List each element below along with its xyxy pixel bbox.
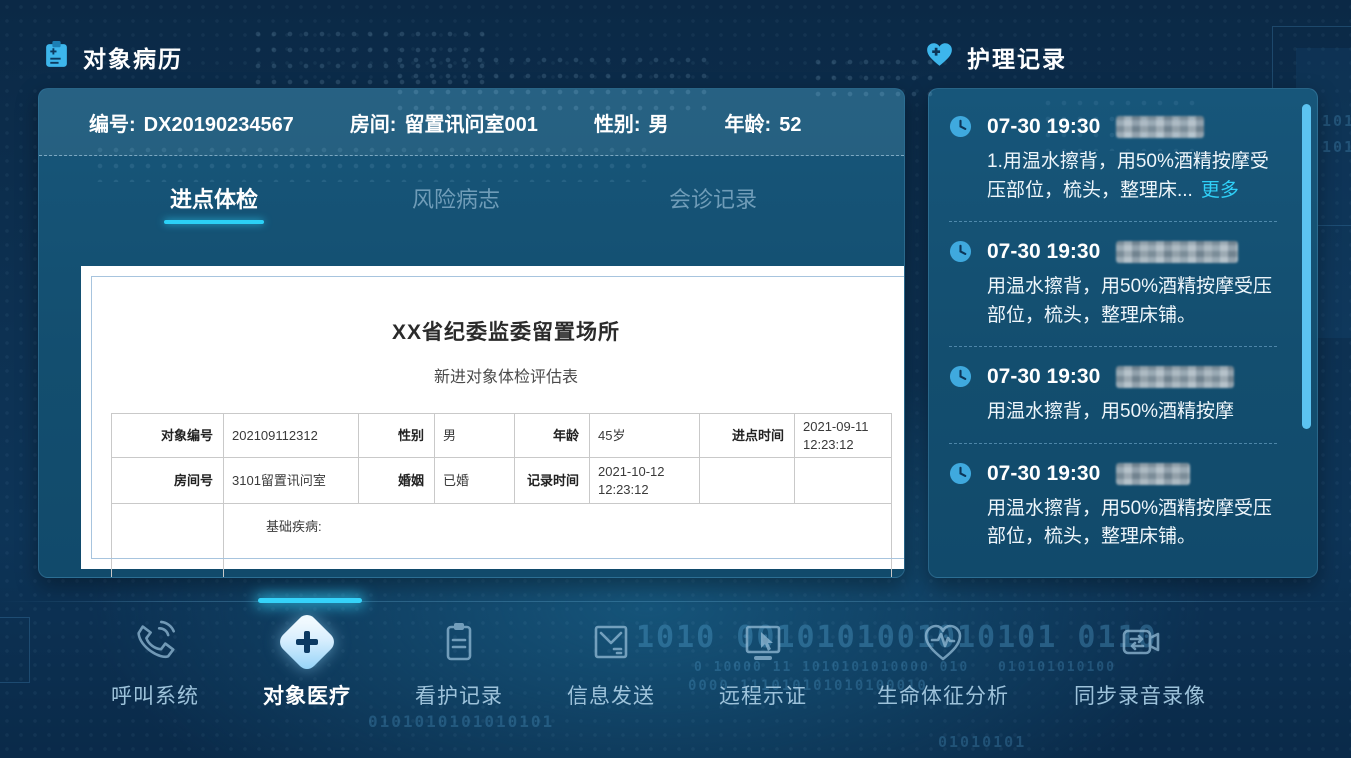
nursing-entry: 07-30 19:30 1.用温水擦背，用50%酒精按摩受压部位，梳头，整理床..…	[949, 115, 1277, 205]
table-label-cell: 进点时间	[700, 414, 795, 458]
active-tab-underline	[164, 220, 264, 224]
table-value-cell: 2021-09-11 12:23:12	[795, 414, 892, 458]
medical-record-section-title: 对象病历	[44, 40, 183, 74]
heart-plus-icon	[926, 42, 953, 72]
table-label-cell: 性别	[359, 414, 435, 458]
tab-会诊记录[interactable]: 会诊记录	[663, 182, 763, 214]
document-subtitle: 新进对象体检评估表	[81, 363, 905, 387]
more-link[interactable]: 更多	[1201, 180, 1239, 201]
subject-info-item: 性别:男	[594, 108, 669, 137]
clock-icon	[949, 462, 972, 485]
table-value-cell	[112, 504, 224, 578]
tab-进点体检[interactable]: 进点体检	[164, 182, 264, 214]
nav-item-同步录音录像[interactable]: 同步录音录像	[1035, 614, 1245, 710]
panel-title: 护理记录	[967, 40, 1067, 74]
clipboard-medical-icon	[44, 40, 69, 74]
remote-display-icon	[658, 614, 868, 670]
binary-digits-deco: 101	[1322, 112, 1351, 130]
nursing-entry: 07-30 19:30 用温水擦背，用50%酒精按摩受压部位，梳头，整理床铺。	[949, 240, 1277, 330]
entry-timestamp: 07-30 19:30	[987, 365, 1100, 389]
subject-info-bar: 编号:DX20190234567 房间:留置讯问室001 性别:男 年龄:52	[39, 89, 904, 156]
nav-item-远程示证[interactable]: 远程示证	[658, 614, 868, 710]
subject-info-item: 编号:DX20190234567	[89, 108, 294, 137]
medical-diamond-icon	[276, 611, 338, 673]
entry-divider	[949, 443, 1277, 444]
nav-divider-line	[0, 601, 1351, 602]
nav-item-label: 生命体征分析	[838, 680, 1048, 710]
table-row: 对象编号202109112312性别男年龄45岁进点时间2021-09-11 1…	[112, 414, 892, 458]
nursing-record-section-title: 护理记录	[926, 40, 1067, 74]
record-tabs: 进点体检 风险病志 会诊记录	[39, 156, 904, 228]
entry-timestamp: 07-30 19:30	[987, 115, 1100, 139]
table-value-cell: 3101留置讯问室	[224, 458, 359, 504]
exam-document: XX省纪委监委留置场所 新进对象体检评估表 对象编号202109112312性别…	[81, 266, 905, 569]
binary-digits-deco: 101	[1322, 138, 1351, 156]
nursing-entry: 07-30 19:30 用温水擦背，用50%酒精按摩	[949, 365, 1277, 427]
entry-divider	[949, 221, 1277, 222]
table-label-cell: 房间号	[112, 458, 224, 504]
table-value-cell	[795, 458, 892, 504]
table-row: 基础疾病:手术外伤史:	[112, 504, 892, 578]
table-value-cell: 男	[435, 414, 515, 458]
table-value-cell: 基础疾病:手术外伤史:	[224, 504, 892, 578]
table-value-cell: 202109112312	[224, 414, 359, 458]
clock-icon	[949, 365, 972, 388]
entry-text: 用温水擦背，用50%酒精按摩	[949, 398, 1277, 427]
table-row: 房间号3101留置讯问室婚姻已婚记录时间2021-10-12 12:23:12	[112, 458, 892, 504]
redacted-name	[1116, 116, 1204, 138]
document-title: XX省纪委监委留置场所	[81, 316, 905, 346]
subject-info-item: 年龄:52	[725, 108, 802, 137]
table-label-cell: 记录时间	[515, 458, 590, 504]
clock-icon	[949, 240, 972, 263]
nav-item-label: 远程示证	[658, 680, 868, 710]
vital-signs-icon	[838, 614, 1048, 670]
table-label-cell: 年龄	[515, 414, 590, 458]
tab-风险病志[interactable]: 风险病志	[406, 182, 506, 214]
redacted-name	[1116, 366, 1234, 388]
table-label-cell: 对象编号	[112, 414, 224, 458]
table-value-cell: 已婚	[435, 458, 515, 504]
nursing-entry: 07-30 19:30 用温水擦背，用50%酒精按摩受压部位，梳头，整理床铺。	[949, 462, 1277, 552]
active-nav-indicator	[258, 598, 362, 603]
scrollbar-thumb[interactable]	[1302, 104, 1311, 429]
bottom-navigation: 呼叫系统对象医疗看护记录信息发送远程示证生命体征分析同步录音录像	[0, 614, 1351, 744]
table-value-cell: 2021-10-12 12:23:12	[590, 458, 700, 504]
page-title: 对象病历	[83, 40, 183, 74]
clock-icon	[949, 115, 972, 138]
av-recording-icon	[1035, 614, 1245, 670]
entry-divider	[949, 346, 1277, 347]
redacted-name	[1116, 463, 1190, 485]
nav-item-生命体征分析[interactable]: 生命体征分析	[838, 614, 1048, 710]
redacted-name	[1116, 241, 1238, 263]
nursing-record-panel: 07-30 19:30 1.用温水擦背，用50%酒精按摩受压部位，梳头，整理床..…	[928, 88, 1318, 578]
subject-info-item: 房间:留置讯问室001	[350, 108, 538, 137]
table-label-cell: 婚姻	[359, 458, 435, 504]
table-value-cell: 45岁	[590, 414, 700, 458]
nursing-entry-list: 07-30 19:30 1.用温水擦背，用50%酒精按摩受压部位，梳头，整理床..…	[929, 89, 1317, 577]
entry-text: 用温水擦背，用50%酒精按摩受压部位，梳头，整理床铺。	[949, 273, 1277, 330]
entry-text: 用温水擦背，用50%酒精按摩受压部位，梳头，整理床铺。	[949, 495, 1277, 552]
entry-text: 1.用温水擦背，用50%酒精按摩受压部位，梳头，整理床...更多	[949, 148, 1277, 205]
nav-item-label: 同步录音录像	[1035, 680, 1245, 710]
entry-timestamp: 07-30 19:30	[987, 240, 1100, 264]
table-value-cell	[700, 458, 795, 504]
exam-table: 对象编号202109112312性别男年龄45岁进点时间2021-09-11 1…	[111, 413, 892, 578]
dot-grid-deco	[250, 26, 490, 86]
medical-record-panel: 编号:DX20190234567 房间:留置讯问室001 性别:男 年龄:52 进点体…	[38, 88, 905, 578]
entry-timestamp: 07-30 19:30	[987, 462, 1100, 486]
